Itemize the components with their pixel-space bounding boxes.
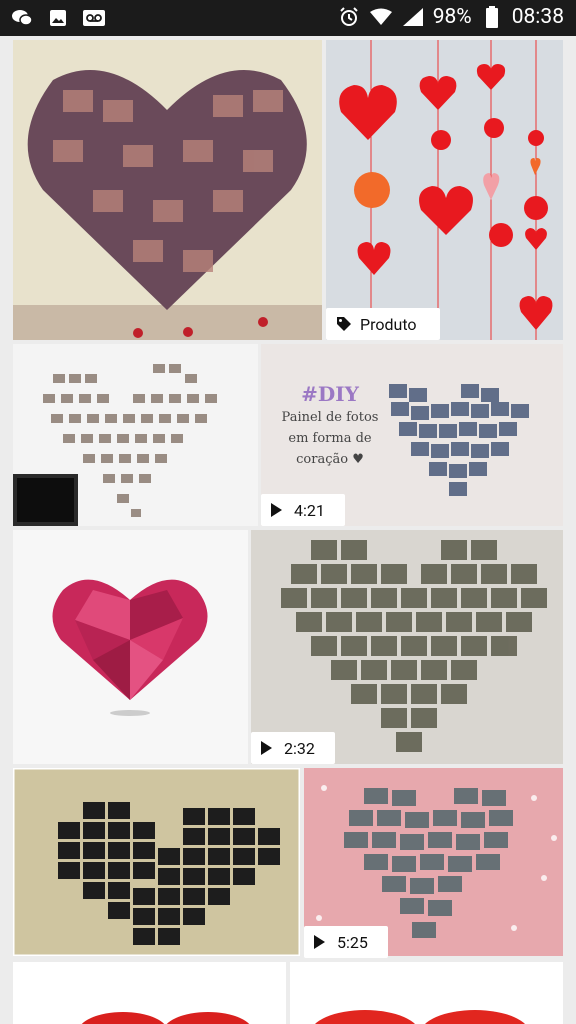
- product-badge-label: Produto: [360, 314, 417, 334]
- result-9[interactable]: [13, 962, 286, 1024]
- battery-percent: 98%: [432, 5, 472, 29]
- video-duration-badge-3[interactable]: 5:25: [304, 926, 388, 958]
- diy-line-3: coração ♥: [296, 452, 364, 467]
- result-10[interactable]: [290, 962, 563, 1024]
- result-6-thumbnail: [251, 530, 563, 764]
- result-10-thumbnail: [290, 962, 563, 1024]
- signal-icon: [401, 5, 425, 29]
- result-1[interactable]: [13, 40, 322, 340]
- diy-hashtag: #DIY: [301, 382, 359, 406]
- image-results-grid: #DIY Painel de fotos em forma de coração…: [0, 36, 576, 1024]
- video-duration-1: 4:21: [294, 500, 325, 520]
- video-duration-3: 5:25: [337, 932, 368, 952]
- diy-overlay: #DIY Painel de fotos em forma de coração…: [275, 382, 385, 467]
- status-time: 08:38: [511, 5, 564, 29]
- wifi-icon: [369, 5, 393, 29]
- result-2-thumbnail: [326, 40, 563, 340]
- product-badge[interactable]: Produto: [326, 308, 440, 340]
- alarm-icon: [337, 5, 361, 29]
- status-right: 98% 08:38: [337, 5, 564, 29]
- result-3[interactable]: [13, 344, 258, 526]
- result-3-thumbnail: [13, 344, 258, 526]
- tag-icon: [337, 317, 351, 331]
- play-icon: [271, 503, 282, 517]
- video-duration-2: 2:32: [284, 738, 315, 758]
- image-icon: [46, 6, 70, 30]
- status-left-icons: [10, 6, 106, 30]
- result-7[interactable]: [13, 768, 300, 956]
- play-icon: [314, 935, 325, 949]
- result-1-thumbnail: [13, 40, 322, 340]
- result-5[interactable]: [13, 530, 248, 764]
- play-icon: [261, 741, 272, 755]
- diy-line-1: Painel de fotos: [281, 410, 379, 425]
- result-2[interactable]: [326, 40, 563, 340]
- result-9-thumbnail: [13, 962, 286, 1024]
- video-duration-badge-2[interactable]: 2:32: [251, 732, 335, 764]
- video-duration-badge-1[interactable]: 4:21: [261, 494, 345, 526]
- battery-icon: [480, 5, 504, 29]
- result-5-thumbnail: [13, 530, 248, 764]
- voicemail-icon: [82, 6, 106, 30]
- result-7-thumbnail: [13, 768, 300, 956]
- chat-icon: [10, 6, 34, 30]
- status-bar: 98% 08:38: [0, 0, 576, 36]
- diy-line-2: em forma de: [288, 431, 372, 446]
- result-6[interactable]: [251, 530, 563, 764]
